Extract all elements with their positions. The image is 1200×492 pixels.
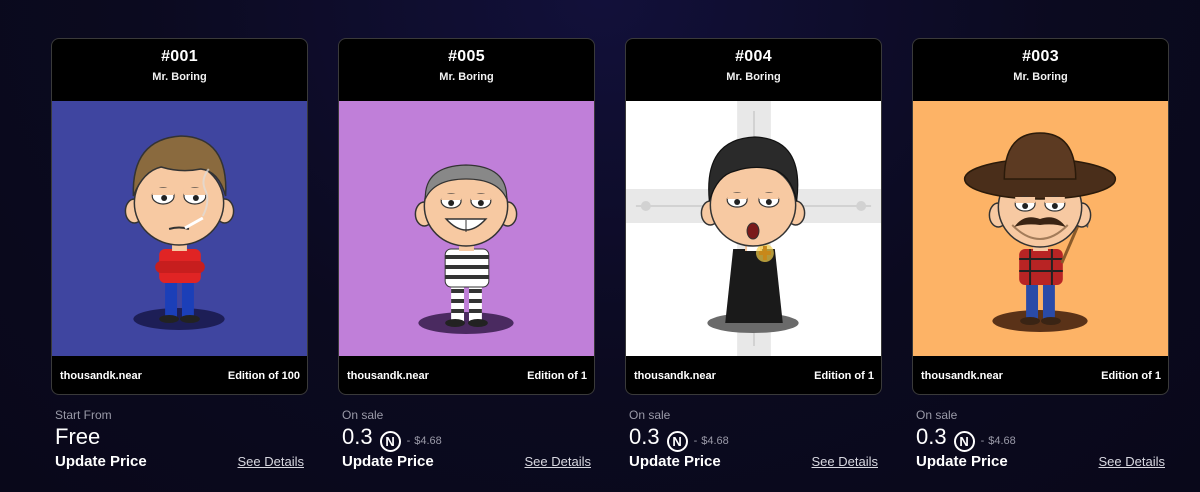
card-owner[interactable]: thousandk.near: [921, 370, 1003, 382]
card-series-name: Mr. Boring: [152, 71, 207, 83]
artwork-svg: [626, 101, 881, 356]
card-series-name: Mr. Boring: [1013, 71, 1068, 83]
card-header: #005 Mr. Boring: [339, 39, 594, 101]
price-value: 0.3: [342, 424, 373, 449]
nft-card-item: #003 Mr. Boring thousandk.near Edition o…: [912, 38, 1169, 470]
card-footer: thousandk.near Edition of 100: [52, 356, 307, 394]
card-series-name: Mr. Boring: [439, 71, 494, 83]
price-row: 0.3 N - $4.68: [342, 424, 591, 452]
nft-card-item: #001 Mr. Boring thousandk.near Edition o…: [51, 38, 308, 470]
card-price-section: On sale 0.3 N - $4.68 Update Price See De…: [912, 408, 1169, 470]
nft-card[interactable]: #004 Mr. Boring thousandk.near Edition o…: [625, 38, 882, 395]
card-actions: Update Price See Details: [55, 453, 304, 470]
nft-card-item: #004 Mr. Boring thousandk.near Edition o…: [625, 38, 882, 470]
price-usd: - $4.68: [694, 435, 729, 447]
card-price-section: On sale 0.3 N - $4.68 Update Price See De…: [338, 408, 595, 470]
near-token-icon: N: [379, 431, 401, 452]
artwork-svg: [913, 101, 1168, 356]
update-price-button[interactable]: Update Price: [629, 453, 721, 470]
nft-card[interactable]: #003 Mr. Boring thousandk.near Edition o…: [912, 38, 1169, 395]
price-value: 0.3: [629, 424, 660, 449]
see-details-link[interactable]: See Details: [1099, 454, 1165, 469]
card-header: #004 Mr. Boring: [626, 39, 881, 101]
usd-dash: -: [693, 435, 698, 447]
price-usd: - $4.68: [981, 435, 1016, 447]
card-owner[interactable]: thousandk.near: [347, 370, 429, 382]
card-footer: thousandk.near Edition of 1: [913, 356, 1168, 394]
nft-artwork-lumberjack: [913, 101, 1168, 356]
card-number: #003: [1022, 48, 1059, 65]
card-actions: Update Price See Details: [629, 453, 878, 470]
card-owner[interactable]: thousandk.near: [634, 370, 716, 382]
card-series-name: Mr. Boring: [726, 71, 781, 83]
update-price-button[interactable]: Update Price: [55, 453, 147, 470]
card-owner[interactable]: thousandk.near: [60, 370, 142, 382]
price-usd-value: $4.68: [701, 435, 729, 447]
see-details-link[interactable]: See Details: [812, 454, 878, 469]
price-value: Free: [55, 424, 101, 449]
nft-card[interactable]: #005 Mr. Boring thousandk.near Edition o…: [338, 38, 595, 395]
nft-artwork-prisoner: [339, 101, 594, 356]
see-details-link[interactable]: See Details: [238, 454, 304, 469]
usd-dash: -: [406, 435, 411, 447]
near-token-icon: N: [666, 431, 688, 452]
artwork-svg: [339, 101, 594, 356]
near-token-icon: N: [953, 431, 975, 452]
nft-card[interactable]: #001 Mr. Boring thousandk.near Edition o…: [51, 38, 308, 395]
price-usd: - $4.68: [407, 435, 442, 447]
nft-card-item: #005 Mr. Boring thousandk.near Edition o…: [338, 38, 595, 470]
card-price-section: Start From Free Update Price See Details: [51, 408, 308, 470]
update-price-button[interactable]: Update Price: [342, 453, 434, 470]
price-row: 0.3 N - $4.68: [916, 424, 1165, 452]
price-label: On sale: [629, 408, 671, 422]
card-edition: Edition of 100: [227, 370, 300, 382]
card-number: #001: [161, 48, 198, 65]
nft-artwork-smoker: [52, 101, 307, 356]
card-edition: Edition of 1: [1101, 370, 1161, 382]
card-edition: Edition of 1: [527, 370, 587, 382]
card-header: #001 Mr. Boring: [52, 39, 307, 101]
card-footer: thousandk.near Edition of 1: [626, 356, 881, 394]
artwork-svg: [52, 101, 307, 356]
price-label: On sale: [916, 408, 958, 422]
card-price-section: On sale 0.3 N - $4.68 Update Price See De…: [625, 408, 882, 470]
price-value: 0.3: [916, 424, 947, 449]
usd-dash: -: [980, 435, 985, 447]
price-usd-value: $4.68: [988, 435, 1016, 447]
nft-artwork-priest: [626, 101, 881, 356]
card-footer: thousandk.near Edition of 1: [339, 356, 594, 394]
card-actions: Update Price See Details: [916, 453, 1165, 470]
see-details-link[interactable]: See Details: [525, 454, 591, 469]
card-number: #005: [448, 48, 485, 65]
card-edition: Edition of 1: [814, 370, 874, 382]
price-row: 0.3 N - $4.68: [629, 424, 878, 452]
price-label: On sale: [342, 408, 384, 422]
price-label: Start From: [55, 408, 112, 422]
update-price-button[interactable]: Update Price: [916, 453, 1008, 470]
card-actions: Update Price See Details: [342, 453, 591, 470]
price-row: Free: [55, 424, 304, 450]
nft-card-grid: #001 Mr. Boring thousandk.near Edition o…: [51, 38, 1169, 470]
price-usd-value: $4.68: [414, 435, 442, 447]
card-header: #003 Mr. Boring: [913, 39, 1168, 101]
card-number: #004: [735, 48, 772, 65]
